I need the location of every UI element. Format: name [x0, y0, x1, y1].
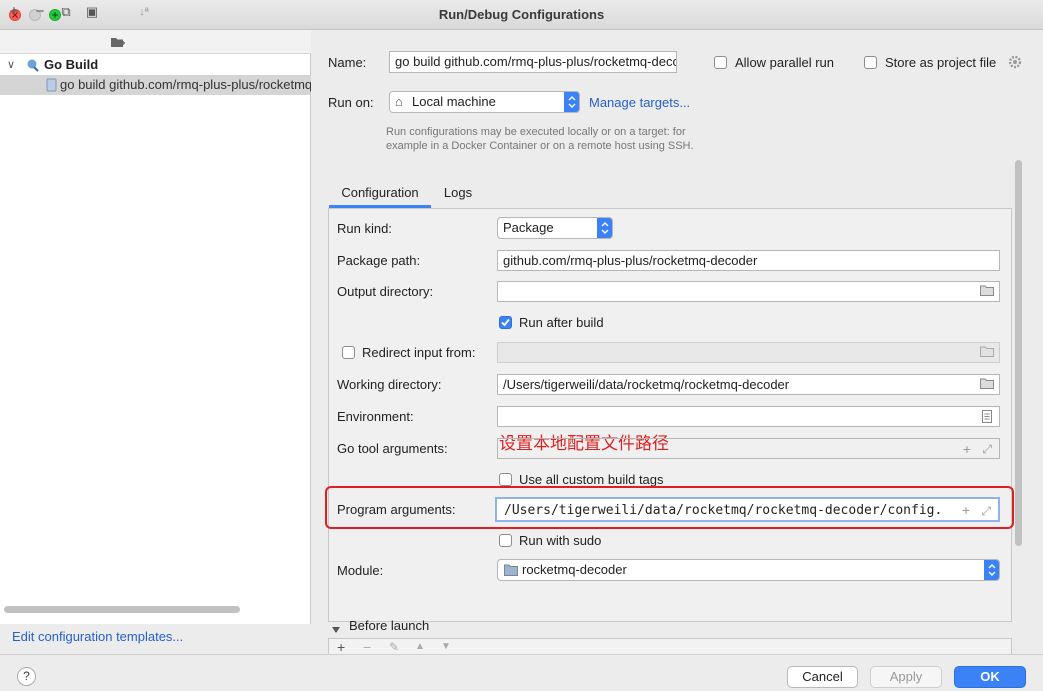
run-after-build-checkbox[interactable] — [499, 316, 512, 329]
name-input[interactable]: go build github.com/rmq-plus-plus/rocket… — [389, 51, 677, 73]
module-value: rocketmq-decoder — [522, 562, 627, 577]
chevron-updown-icon — [564, 92, 579, 112]
tab-logs[interactable]: Logs — [436, 180, 480, 208]
run-on-value: Local machine — [412, 94, 496, 109]
folder-icon — [980, 346, 994, 357]
use-custom-build-tags-label: Use all custom build tags — [519, 472, 664, 487]
edit-task-icon[interactable]: ✎ — [389, 640, 399, 654]
module-label: Module: — [337, 563, 384, 578]
working-directory-value: /Users/tigerweili/data/rocketmq/rocketmq… — [503, 377, 790, 392]
output-directory-input[interactable] — [497, 281, 1000, 302]
run-kind-select[interactable]: Package — [497, 217, 613, 239]
help-button[interactable]: ? — [17, 667, 36, 686]
tree-horizontal-scrollbar[interactable] — [4, 606, 240, 613]
go-tool-arguments-label: Go tool arguments: — [337, 441, 448, 456]
run-on-hint-line-2: example in a Docker Container or on a re… — [386, 140, 694, 152]
tab-configuration[interactable]: Configuration — [329, 180, 431, 208]
package-path-input[interactable]: github.com/rmq-plus-plus/rocketmq-decode… — [497, 250, 1000, 271]
run-after-build-label: Run after build — [519, 315, 604, 330]
run-with-sudo-label: Run with sudo — [519, 533, 602, 548]
sort-configurations-button[interactable]: ↓ª — [136, 4, 152, 20]
run-kind-value: Package — [503, 220, 554, 235]
name-label: Name: — [328, 55, 367, 70]
go-build-icon — [26, 58, 40, 75]
save-configuration-button[interactable]: ▣ — [84, 4, 100, 20]
module-select[interactable]: rocketmq-decoder — [497, 559, 1000, 581]
tree-group-label: Go Build — [44, 57, 99, 72]
home-icon: ⌂ — [395, 94, 403, 109]
redirect-input-field — [497, 342, 1000, 363]
before-launch-toolbar: + − ✎ ▲ ▼ — [328, 638, 1012, 654]
window-title: Run/Debug Configurations — [438, 7, 605, 22]
chevron-updown-icon — [597, 218, 612, 238]
chevron-updown-icon — [984, 560, 999, 580]
cancel-button[interactable]: Cancel — [787, 666, 858, 688]
document-icon[interactable] — [982, 410, 992, 423]
folder-icon[interactable] — [980, 285, 994, 296]
remove-configuration-button[interactable]: − — [32, 4, 48, 20]
store-as-project-file-checkbox[interactable] — [864, 56, 877, 69]
add-task-icon[interactable]: + — [337, 640, 345, 654]
allow-parallel-run-label: Allow parallel run — [735, 55, 834, 70]
package-path-label: Package path: — [337, 253, 421, 268]
apply-button[interactable]: Apply — [870, 666, 942, 688]
folder-icon — [111, 38, 125, 47]
allow-parallel-run-checkbox[interactable] — [714, 56, 727, 69]
tree-toolbar — [0, 30, 311, 54]
right-vertical-scrollbar[interactable] — [1015, 160, 1022, 546]
copy-configuration-button[interactable]: ⧉ — [58, 4, 74, 20]
redirect-input-checkbox[interactable] — [342, 346, 355, 359]
store-as-project-file-label: Store as project file — [885, 55, 997, 70]
working-directory-label: Working directory: — [337, 377, 442, 392]
run-on-label: Run on: — [328, 95, 374, 110]
plus-icon[interactable]: + — [963, 442, 971, 456]
tree-group-go-build[interactable]: ∨ Go Build — [0, 55, 311, 75]
run-on-hint-line-1: Run configurations may be executed local… — [386, 126, 686, 138]
use-custom-build-tags-checkbox[interactable] — [499, 473, 512, 486]
go-tool-arguments-input[interactable]: + ⤢ — [497, 438, 1000, 459]
folder-icon[interactable] — [980, 378, 994, 389]
run-kind-label: Run kind: — [337, 221, 392, 236]
tree-item-label: go build github.com/rmq-plus-plus/rocket… — [60, 77, 311, 92]
run-with-sudo-checkbox[interactable] — [499, 534, 512, 547]
environment-input[interactable] — [497, 406, 1000, 427]
manage-targets-link[interactable]: Manage targets... — [589, 95, 690, 110]
environment-label: Environment: — [337, 409, 414, 424]
add-configuration-button[interactable]: + — [6, 4, 22, 20]
go-config-icon — [46, 78, 58, 95]
ok-button[interactable]: OK — [954, 666, 1026, 688]
collapse-before-launch-icon[interactable] — [331, 622, 341, 637]
working-directory-input[interactable]: /Users/tigerweili/data/rocketmq/rocketmq… — [497, 374, 1000, 395]
redirect-input-label: Redirect input from: — [362, 345, 476, 360]
output-directory-label: Output directory: — [337, 284, 434, 299]
configuration-tree-panel — [0, 30, 311, 654]
edit-configuration-templates-link[interactable]: Edit configuration templates... — [12, 629, 183, 644]
gear-icon[interactable] — [1008, 55, 1022, 72]
highlight-box — [325, 486, 1014, 529]
module-folder-icon — [504, 564, 518, 576]
move-down-icon[interactable]: ▼ — [441, 641, 451, 653]
chevron-down-icon: ∨ — [7, 59, 16, 71]
move-up-icon[interactable]: ▲ — [415, 641, 425, 653]
move-into-folder-button[interactable] — [110, 36, 126, 52]
expand-icon[interactable]: ⤢ — [982, 442, 992, 456]
remove-task-icon[interactable]: − — [363, 640, 371, 654]
before-launch-label: Before launch — [349, 618, 430, 633]
tree-item-go-build-config[interactable]: go build github.com/rmq-plus-plus/rocket… — [0, 75, 311, 95]
run-on-select[interactable]: ⌂ Local machine — [389, 91, 580, 113]
